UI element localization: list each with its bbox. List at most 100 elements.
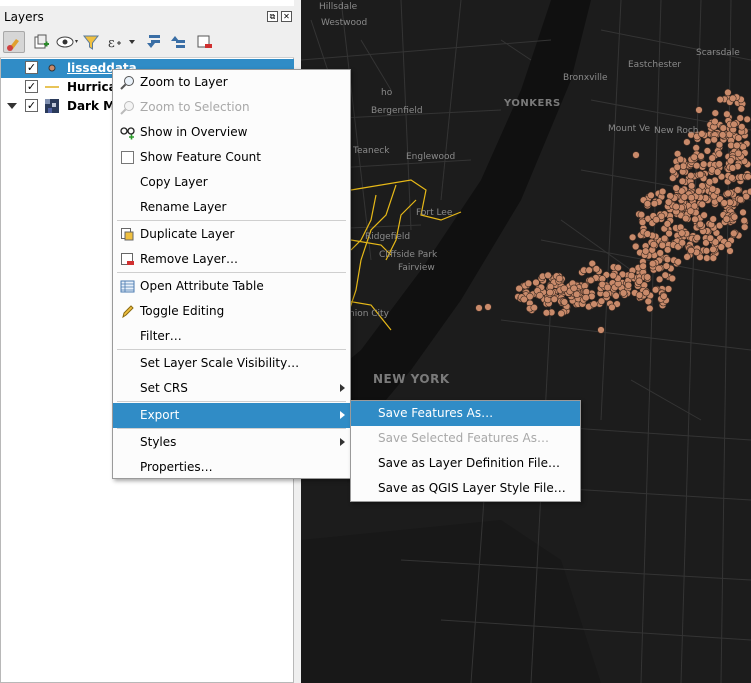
map-place-label: Bergenfield — [371, 106, 423, 116]
menu-item-set-layer-scale-visibility[interactable]: Set Layer Scale Visibility… — [113, 351, 350, 376]
map-place-label: Ridgefield — [365, 232, 411, 242]
expand-all-button[interactable] — [143, 31, 165, 53]
map-feature-point — [705, 178, 714, 186]
menu-item-open-attribute-table[interactable]: Open Attribute Table — [113, 274, 350, 299]
map-feature-point — [661, 271, 669, 279]
map-feature-point — [729, 94, 737, 103]
submenu-item-save-features-as[interactable]: Save Features As… — [351, 401, 580, 426]
menu-item-properties[interactable]: Properties… — [113, 455, 350, 480]
expand-arrow-icon[interactable] — [7, 103, 17, 109]
menu-item-rename-layer[interactable]: Rename Layer — [113, 195, 350, 220]
menu-item-toggle-editing[interactable]: Toggle Editing — [113, 299, 350, 324]
layer-visibility-checkbox[interactable]: ✓ — [25, 99, 38, 112]
map-feature-point — [663, 220, 672, 228]
style-manager-button[interactable] — [3, 31, 25, 53]
submenu-arrow-icon — [340, 411, 345, 419]
remove-layer-icon — [120, 252, 135, 267]
filter-expression-button[interactable]: ε — [105, 31, 139, 53]
map-feature-point — [683, 138, 691, 146]
map-feature-point — [660, 292, 668, 300]
menu-item-zoom-to-selection: Zoom to Selection — [113, 95, 350, 120]
menu-item-zoom-to-layer[interactable]: Zoom to Layer — [113, 70, 350, 95]
menu-item-show-feature-count[interactable]: Show Feature Count — [113, 145, 350, 170]
menu-item-duplicate-layer[interactable]: Duplicate Layer — [113, 222, 350, 247]
map-feature-point — [691, 215, 699, 224]
export-submenu: Save Features As… Save Selected Features… — [350, 400, 581, 502]
map-feature-point — [602, 290, 610, 299]
menu-item-remove-layer[interactable]: Remove Layer… — [113, 247, 350, 272]
map-feature-point — [632, 242, 640, 251]
submenu-item-label: Save as QGIS Layer Style File… — [378, 481, 566, 495]
menu-item-label: Duplicate Layer — [140, 227, 235, 241]
map-canvas[interactable]: Hillsdale Westwood Bergenfield YONKERS T… — [301, 0, 751, 683]
submenu-item-save-layer-definition[interactable]: Save as Layer Definition File… — [351, 451, 580, 476]
menu-item-export[interactable]: Export — [113, 403, 350, 428]
map-feature-point — [642, 288, 650, 297]
map-place-label: Englewood — [406, 152, 456, 162]
map-feature-point — [711, 117, 719, 126]
line-symbol-icon — [45, 80, 59, 94]
layer-visibility-checkbox[interactable]: ✓ — [25, 80, 38, 93]
menu-item-label: Rename Layer — [140, 200, 227, 214]
map-feature-point — [734, 134, 743, 142]
map-feature-point — [739, 143, 747, 151]
map-feature-point — [728, 174, 736, 182]
menu-item-filter[interactable]: Filter… — [113, 324, 350, 349]
map-feature-point — [655, 264, 663, 273]
submenu-item-label: Save Features As… — [378, 406, 494, 420]
map-feature-point — [555, 274, 564, 283]
map-feature-point — [724, 189, 732, 198]
visibility-button[interactable] — [55, 31, 81, 53]
submenu-arrow-icon — [340, 384, 345, 392]
map-feature-point — [715, 150, 723, 158]
map-feature-point — [674, 258, 682, 266]
map-feature-point — [678, 239, 686, 247]
map-feature-point — [741, 223, 749, 231]
remove-layer-button[interactable] — [193, 31, 215, 53]
close-panel-button[interactable]: ✕ — [281, 11, 292, 22]
map-feature-point — [597, 326, 605, 334]
svg-text:ε: ε — [108, 36, 115, 51]
menu-separator — [117, 272, 346, 273]
map-feature-point — [592, 265, 601, 273]
filter-legend-button[interactable] — [80, 31, 102, 53]
menu-item-show-in-overview[interactable]: Show in Overview — [113, 120, 350, 145]
checkbox-icon[interactable] — [120, 150, 135, 165]
map-feature-point — [603, 283, 612, 292]
map-feature-point — [704, 137, 712, 145]
map-feature-point — [719, 131, 727, 139]
map-feature-point — [590, 300, 598, 308]
map-feature-point — [722, 215, 731, 223]
menu-item-label: Set Layer Scale Visibility… — [140, 356, 300, 370]
menu-separator — [117, 349, 346, 350]
float-panel-button[interactable]: ⧉ — [267, 11, 278, 22]
zoom-layer-icon — [120, 75, 135, 90]
expand-all-icon — [147, 35, 160, 48]
map-feature-point — [678, 229, 686, 237]
map-feature-point — [678, 177, 687, 186]
map-feature-point — [724, 241, 732, 249]
map-feature-point — [679, 162, 688, 170]
map-feature-point — [638, 218, 647, 227]
map-feature-point — [746, 187, 751, 196]
menu-item-copy-layer[interactable]: Copy Layer — [113, 170, 350, 195]
map-feature-point — [624, 281, 633, 289]
map-feature-point — [736, 196, 745, 204]
submenu-item-save-layer-style[interactable]: Save as QGIS Layer Style File… — [351, 476, 580, 501]
submenu-arrow-icon — [340, 438, 345, 446]
map-feature-point — [683, 253, 691, 261]
duplicate-layer-icon — [120, 227, 135, 242]
collapse-all-button[interactable] — [168, 31, 190, 53]
map-feature-point — [690, 153, 698, 161]
map-feature-point — [608, 303, 616, 311]
menu-item-set-crs[interactable]: Set CRS — [113, 376, 350, 401]
map-feature-point — [709, 215, 717, 223]
map-feature-point — [637, 211, 646, 219]
map-feature-point — [612, 292, 620, 300]
layer-visibility-checkbox[interactable]: ✓ — [25, 61, 38, 74]
map-feature-point — [656, 249, 664, 257]
menu-item-styles[interactable]: Styles — [113, 430, 350, 455]
map-feature-point — [710, 136, 718, 144]
add-group-button[interactable] — [30, 31, 52, 53]
map-feature-point — [730, 213, 739, 221]
